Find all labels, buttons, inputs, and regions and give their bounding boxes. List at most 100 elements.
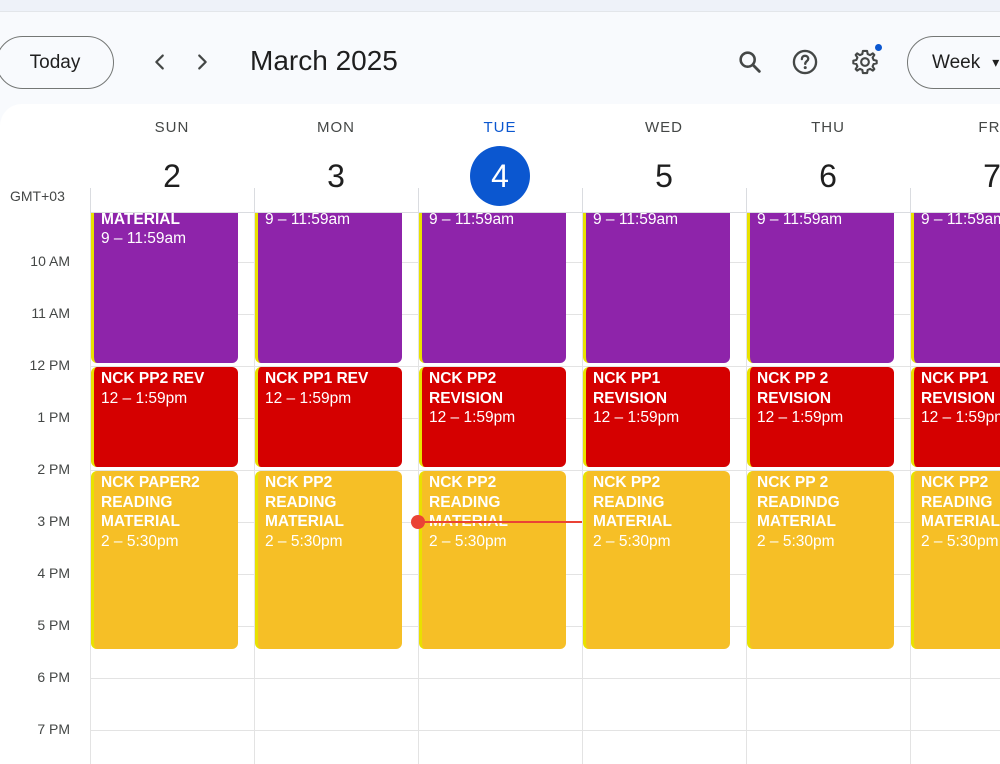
- event-title: NCK PP2 REV: [101, 370, 205, 388]
- calendar-event[interactable]: NCK PP2 REVISION 12 – 1:59pm: [419, 367, 566, 468]
- calendar-week-view: SUN 2 MON 3 TUE 4 WED 5 THU 6 FRI 7 GMT+03 10 AM 11 …: [0, 104, 1000, 764]
- event-title: NCK PP2 READING MATERIAL: [921, 474, 1000, 531]
- hour-label: 4 PM: [37, 565, 70, 582]
- day-header-fri[interactable]: FRI 7: [910, 104, 1000, 204]
- event-time: 9 – 11:59am: [921, 213, 1000, 228]
- day-number[interactable]: 7: [962, 146, 1000, 206]
- event-title: NCK PP2 REVISION: [429, 370, 504, 407]
- next-week-button[interactable]: [185, 45, 219, 79]
- calendar-event[interactable]: NCK PP2 READING MATERIAL 2 – 5:30pm: [583, 471, 730, 650]
- calendar-event[interactable]: MATERIAL9 – 11:59am: [583, 213, 730, 364]
- event-time: 2 – 5:30pm: [921, 532, 999, 550]
- day-number[interactable]: 3: [306, 146, 366, 206]
- event-title: NCK PAPER2 READING MATERIAL: [101, 474, 200, 531]
- current-time-line: [418, 521, 582, 524]
- event-time: 12 – 1:59pm: [757, 409, 844, 427]
- day-of-week-label: SUN: [154, 119, 190, 136]
- search-icon: [739, 51, 761, 73]
- dropdown-caret-icon: ▾: [992, 54, 1000, 70]
- column-divider: [582, 188, 583, 212]
- event-time: 12 – 1:59pm: [265, 389, 352, 407]
- day-header-tue[interactable]: TUE 4: [418, 104, 582, 206]
- previous-week-button[interactable]: [143, 45, 177, 79]
- event-time: 2 – 5:30pm: [265, 532, 343, 550]
- calendar-event[interactable]: MATERIAL9 – 11:59am: [911, 213, 1000, 364]
- calendar-event[interactable]: NCK PP2 REV 12 – 1:59pm: [91, 367, 238, 468]
- day-of-week-label: WED: [645, 119, 683, 136]
- event-title: NCK PP 2 READINDG MATERIAL: [757, 474, 840, 531]
- column-divider: [910, 188, 911, 212]
- day-number[interactable]: 6: [798, 146, 858, 206]
- help-button[interactable]: [786, 43, 824, 81]
- calendar-event[interactable]: NCK PP 2 READINDG MATERIAL 2 – 5:30pm: [747, 471, 894, 650]
- event-title: READING MATERIAL: [101, 213, 180, 228]
- view-switcher-button[interactable]: Week ▾: [907, 36, 1000, 89]
- event-title: NCK PP2 READING MATERIAL: [265, 474, 344, 531]
- event-time: 9 – 11:59am: [429, 213, 515, 228]
- event-time: 9 – 11:59am: [265, 213, 351, 228]
- event-title: NCK PP2 READING MATERIAL: [593, 474, 672, 531]
- day-of-week-label: THU: [811, 119, 845, 136]
- day-number[interactable]: 2: [142, 146, 202, 206]
- today-button[interactable]: Today: [0, 36, 114, 89]
- chevron-right-icon: [198, 54, 207, 70]
- notification-dot: [875, 44, 882, 51]
- chevron-left-icon: [155, 54, 164, 70]
- view-label: Week: [932, 51, 981, 73]
- time-grid[interactable]: 10 AM 11 AM 12 PM 1 PM 2 PM 3 PM 4 PM 5 PM 6 PM 7…: [0, 213, 1000, 764]
- event-time: 12 – 1:59pm: [101, 389, 188, 407]
- day-of-week-label: FRI: [978, 119, 1000, 136]
- event-time: 2 – 5:30pm: [101, 532, 179, 550]
- settings-button[interactable]: [846, 43, 884, 81]
- day-header-sun[interactable]: SUN 2: [90, 104, 254, 204]
- day-header-wed[interactable]: WED 5: [582, 104, 746, 204]
- hour-label: 12 PM: [29, 357, 70, 374]
- hour-label: 3 PM: [37, 513, 70, 530]
- hour-line: [90, 730, 1000, 732]
- event-title: NCK PP1 REV: [265, 370, 369, 388]
- event-time: 9 – 11:59am: [593, 213, 679, 228]
- day-number[interactable]: 4: [470, 146, 530, 206]
- day-header-thu[interactable]: THU 6: [746, 104, 910, 204]
- calendar-event[interactable]: MATERIAL9 – 11:59am: [419, 213, 566, 364]
- day-header-mon[interactable]: MON 3: [254, 104, 418, 204]
- column-divider: [254, 188, 255, 212]
- month-title: March 2025: [250, 45, 398, 76]
- calendar-event[interactable]: MATERIAL9 – 11:59am: [747, 213, 894, 364]
- calendar-event[interactable]: NCK PP1 REVISION 12 – 1:59pm: [911, 367, 1000, 468]
- calendar-event[interactable]: NCK PP1 REV 12 – 1:59pm: [255, 367, 402, 468]
- column-divider: [746, 188, 747, 212]
- hour-label: 5 PM: [37, 617, 70, 634]
- event-title: NCK PP 2 REVISION: [757, 370, 832, 407]
- calendar-event[interactable]: MATERIAL9 – 11:59am: [255, 213, 402, 364]
- calendar-header: Today March 2025 Week ▾: [0, 20, 1000, 104]
- event-time: 2 – 5:30pm: [757, 532, 835, 550]
- hour-label: 2 PM: [37, 461, 70, 478]
- day-number[interactable]: 5: [634, 146, 694, 206]
- hour-label: 7 PM: [37, 721, 70, 738]
- calendar-event[interactable]: NCK PP 2 REVISION 12 – 1:59pm: [747, 367, 894, 468]
- calendar-event[interactable]: NCK PP1 REVISION 12 – 1:59pm: [583, 367, 730, 468]
- event-time: 2 – 5:30pm: [429, 532, 507, 550]
- top-strip: [0, 0, 1000, 12]
- calendar-event[interactable]: READING MATERIAL 9 – 11:59am: [91, 213, 238, 364]
- gear-icon: [852, 49, 878, 75]
- day-of-week-label: TUE: [483, 119, 517, 136]
- day-of-week-label: MON: [317, 119, 355, 136]
- hour-label: 11 AM: [31, 305, 70, 322]
- column-divider: [90, 188, 91, 212]
- calendar-event[interactable]: NCK PP2 READING MATERIAL 2 – 5:30pm: [255, 471, 402, 650]
- calendar-event[interactable]: NCK PP2 READING MATERIAL 2 – 5:30pm: [419, 471, 566, 650]
- event-title: NCK PP1 REVISION: [921, 370, 996, 407]
- column-divider: [418, 188, 419, 212]
- event-time: 12 – 1:59pm: [593, 409, 680, 427]
- calendar-event[interactable]: NCK PAPER2 READING MATERIAL 2 – 5:30pm: [91, 471, 238, 650]
- event-time: 9 – 11:59am: [757, 213, 843, 228]
- event-time: 2 – 5:30pm: [593, 532, 671, 550]
- search-button[interactable]: [731, 43, 769, 81]
- hour-label: 10 AM: [30, 253, 70, 270]
- event-time: 9 – 11:59am: [101, 230, 187, 247]
- event-time: 12 – 1:59pm: [921, 409, 1000, 427]
- hour-label: 1 PM: [37, 409, 70, 426]
- calendar-event[interactable]: NCK PP2 READING MATERIAL 2 – 5:30pm: [911, 471, 1000, 650]
